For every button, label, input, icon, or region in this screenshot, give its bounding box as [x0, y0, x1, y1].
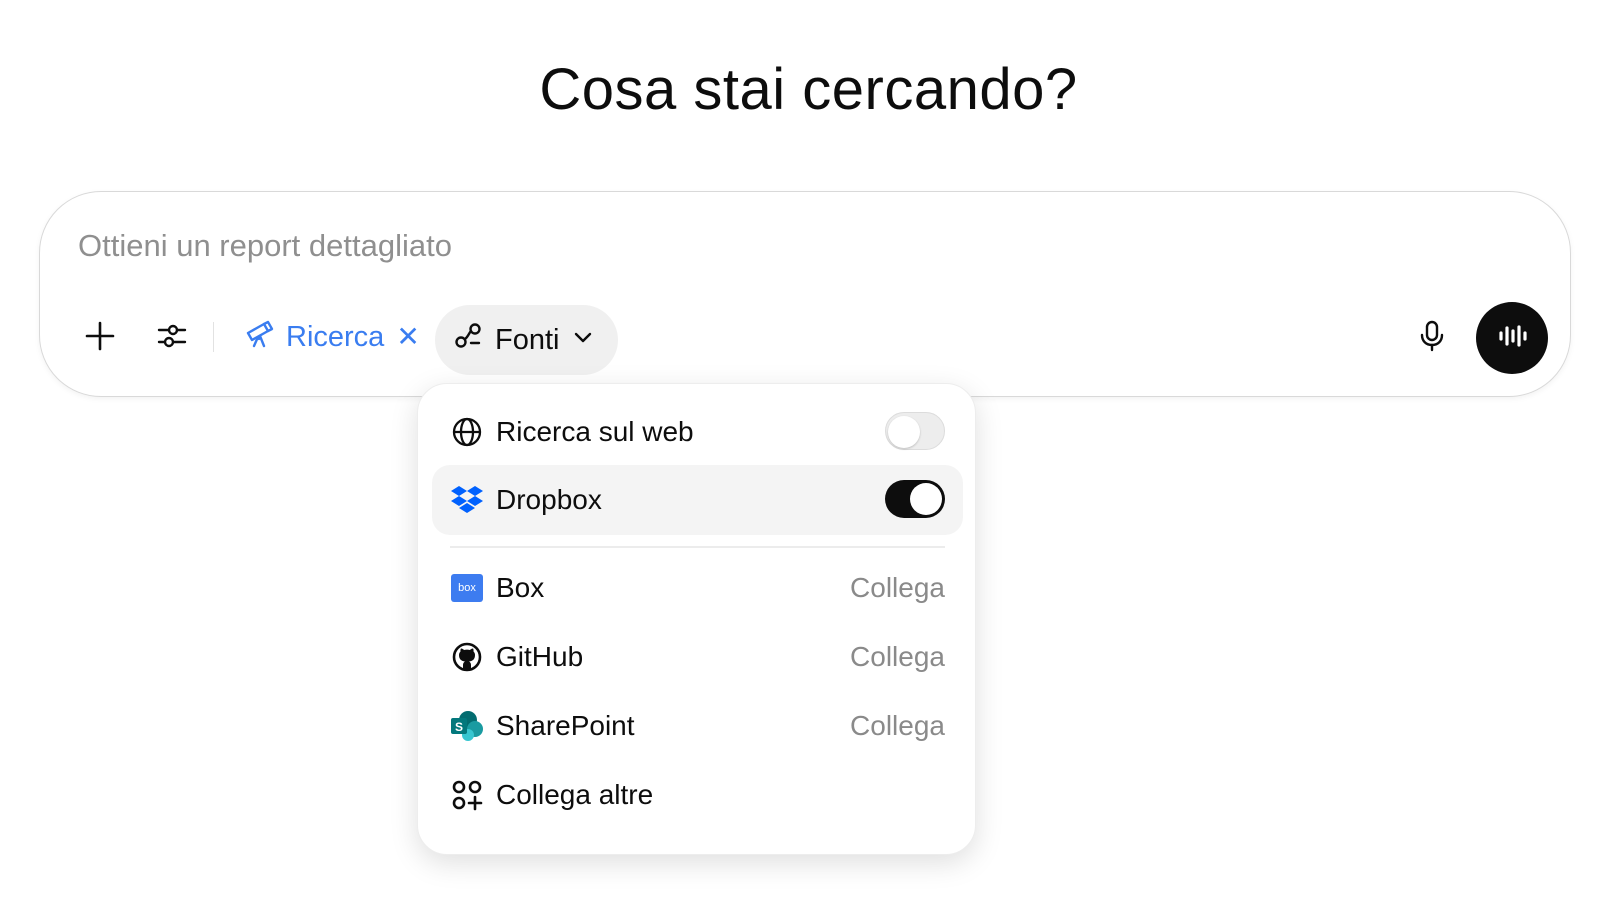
sharepoint-icon: S — [450, 709, 484, 743]
tools-button[interactable] — [146, 311, 198, 363]
toolbar-divider — [213, 322, 214, 352]
menu-item-label: Box — [496, 572, 545, 603]
sources-menu: Ricerca sul web Dropbox box Box Collega … — [417, 383, 976, 855]
connect-link-github[interactable]: Collega — [850, 641, 945, 673]
box-icon: box — [450, 571, 484, 605]
sliders-icon — [156, 320, 188, 355]
menu-item-connect-more[interactable]: Collega altre — [432, 760, 963, 830]
microphone-icon — [1416, 319, 1448, 356]
voice-waveform-icon — [1495, 319, 1529, 358]
composer-toolbar: Ricerca ✕ Fonti — [40, 192, 1570, 396]
sources-button-label: Fonti — [495, 323, 560, 356]
globe-icon — [450, 415, 484, 449]
page: Cosa stai cercando? Ottieni un report de… — [0, 0, 1617, 908]
sources-button[interactable]: Fonti — [435, 305, 618, 375]
page-title: Cosa stai cercando? — [539, 57, 1078, 122]
svg-text:S: S — [455, 720, 463, 734]
add-button[interactable] — [74, 311, 126, 363]
research-chip-label: Ricerca — [286, 320, 385, 353]
composer: Ricerca ✕ Fonti — [39, 191, 1571, 397]
svg-text:box: box — [458, 582, 476, 594]
menu-item-web-search[interactable]: Ricerca sul web — [432, 397, 963, 467]
menu-item-label: Collega altre — [496, 779, 654, 810]
plus-icon — [84, 320, 116, 355]
menu-item-sharepoint[interactable]: S SharePoint Collega — [432, 691, 963, 761]
web-search-toggle[interactable] — [885, 412, 945, 450]
telescope-icon — [244, 317, 276, 357]
apps-add-icon — [450, 778, 484, 812]
menu-item-github[interactable]: GitHub Collega — [432, 622, 963, 692]
menu-item-label: GitHub — [496, 641, 584, 672]
menu-item-label: Dropbox — [496, 484, 602, 515]
dropbox-icon — [450, 483, 484, 517]
menu-item-box[interactable]: box Box Collega — [432, 553, 963, 623]
toggle-knob — [888, 416, 920, 448]
dictate-button[interactable] — [1406, 311, 1458, 363]
sources-icon — [453, 321, 483, 359]
connect-link-sharepoint[interactable]: Collega — [850, 710, 945, 742]
menu-item-label: SharePoint — [496, 710, 635, 741]
close-icon[interactable]: ✕ — [396, 323, 419, 351]
menu-item-label: Ricerca sul web — [496, 416, 694, 447]
toggle-knob — [910, 483, 942, 515]
research-chip[interactable]: Ricerca ✕ — [244, 314, 420, 360]
menu-item-dropbox[interactable]: Dropbox — [432, 465, 963, 535]
connect-link-box[interactable]: Collega — [850, 572, 945, 604]
github-icon — [450, 640, 484, 674]
voice-mode-button[interactable] — [1476, 302, 1548, 374]
menu-divider — [450, 546, 945, 548]
dropbox-toggle[interactable] — [885, 480, 945, 518]
chevron-down-icon — [571, 324, 595, 357]
